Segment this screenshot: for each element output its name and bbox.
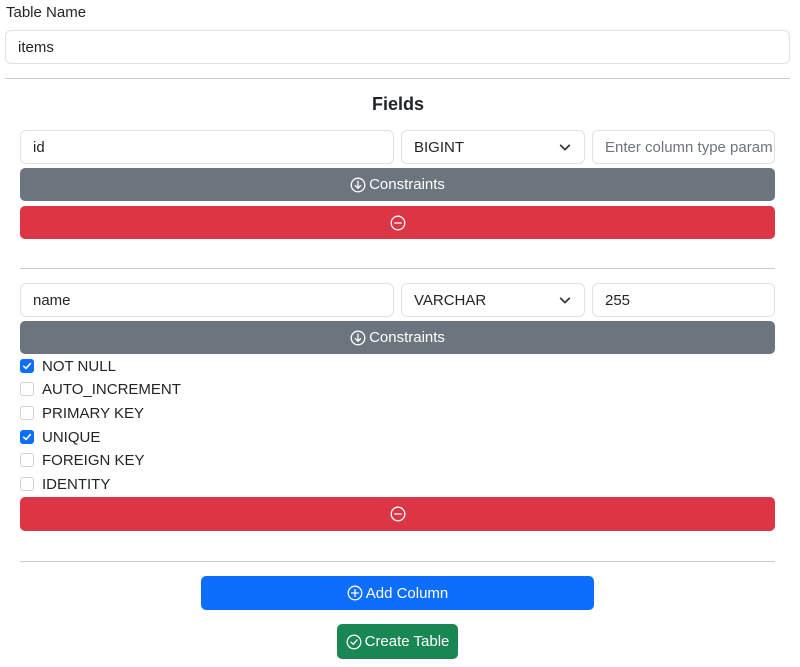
field-type-select[interactable]: VARCHAR [401,283,585,317]
checkbox[interactable] [20,359,34,373]
remove-field-button[interactable] [20,206,775,239]
divider [20,561,775,562]
constraint-label: IDENTITY [42,475,111,493]
constraint-foreign-key[interactable]: FOREIGN KEY [20,450,145,470]
checkbox[interactable] [20,430,34,444]
field-type-select[interactable]: BIGINT [401,130,585,164]
dash-circle-icon [390,506,405,522]
constraints-label: Constraints [369,176,445,193]
constraint-label: NOT NULL [42,357,116,375]
table-builder-form: Table Name items Fields id BIGINT Enter … [0,0,800,667]
create-table-label: Create Table [364,633,450,650]
check-circle-icon [346,634,362,649]
plus-circle-icon [347,585,363,601]
constraint-primary-key[interactable]: PRIMARY KEY [20,403,144,423]
checkbox[interactable] [20,477,34,491]
constraint-auto-increment[interactable]: AUTO_INCREMENT [20,379,181,399]
check-icon [22,433,32,441]
divider [20,268,775,269]
constraints-toggle-button[interactable]: Constraints [20,168,775,201]
create-table-button[interactable]: Create Table [337,624,458,659]
add-column-label: Add Column [365,584,449,602]
arrow-down-circle-icon [350,177,366,192]
dash-circle-icon [390,215,405,230]
checkbox[interactable] [20,406,34,420]
constraint-identity[interactable]: IDENTITY [20,474,110,494]
table-name-input[interactable]: items [5,30,790,64]
checkbox[interactable] [20,453,34,467]
divider [5,78,790,79]
check-icon [22,362,32,370]
constraint-unique[interactable]: UNIQUE [20,427,100,447]
checkbox[interactable] [20,382,34,396]
constraint-label: AUTO_INCREMENT [42,380,181,398]
constraints-toggle-button[interactable]: Constraints [20,321,775,354]
field-type-value: VARCHAR [414,291,487,309]
field-type-param-input[interactable]: 255 [592,283,775,317]
field-type-param-input[interactable]: Enter column type param [592,130,775,164]
chevron-down-icon [559,297,571,304]
remove-field-button[interactable] [20,497,775,531]
constraint-label: PRIMARY KEY [42,404,144,422]
table-name-label: Table Name [6,4,87,21]
constraint-label: UNIQUE [42,428,101,446]
constraint-label: FOREIGN KEY [42,451,145,469]
add-column-button[interactable]: Add Column [201,576,594,610]
arrow-down-circle-icon [350,330,366,345]
field-name-input[interactable]: name [20,283,394,317]
constraint-not-null[interactable]: NOT NULL [20,356,116,376]
field-name-input[interactable]: id [20,130,394,164]
fields-heading: Fields [371,94,424,114]
chevron-down-icon [559,144,571,151]
field-type-value: BIGINT [414,138,465,156]
constraints-label: Constraints [369,329,445,346]
